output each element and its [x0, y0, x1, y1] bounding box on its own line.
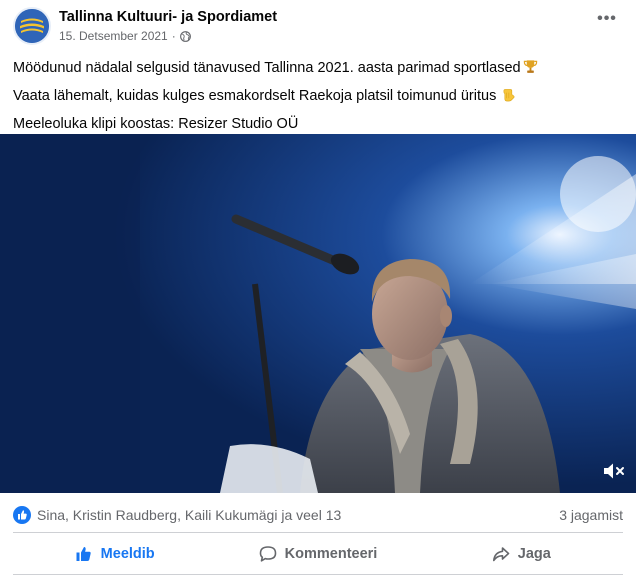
- reactors-list[interactable]: Sina, Kristin Raudberg, Kaili Kukumägi j…: [37, 507, 341, 523]
- page-name-link[interactable]: Tallinna Kultuuri- ja Spordiamet: [59, 9, 277, 25]
- post-text-line: Möödunud nädalal selgusid tänavused Tall…: [13, 55, 623, 83]
- pointing-hand-icon: [502, 85, 517, 111]
- comment-label: Kommenteeri: [284, 546, 378, 562]
- action-bar: Meeldib Kommenteeri Jaga: [13, 537, 623, 571]
- post-text-line: Vaata lähemalt, kuidas kulges esmakordse…: [13, 83, 623, 111]
- like-button[interactable]: Meeldib: [13, 537, 216, 571]
- video-frame: [0, 134, 636, 493]
- share-button[interactable]: Jaga: [420, 537, 623, 571]
- city-logo-icon: [15, 9, 49, 43]
- post-text: Möödunud nädalal selgusid tänavused Tall…: [13, 55, 623, 137]
- post-header: Tallinna Kultuuri- ja Spordiamet 15. Det…: [13, 7, 623, 47]
- more-options-button[interactable]: •••: [593, 11, 621, 33]
- trophy-icon: [523, 57, 538, 83]
- thumbs-up-icon: [76, 547, 91, 561]
- meta-separator: ·: [171, 29, 176, 43]
- page-avatar[interactable]: [13, 7, 51, 45]
- globe-icon[interactable]: [179, 30, 191, 42]
- like-reaction-icon[interactable]: [13, 506, 31, 524]
- comment-button[interactable]: Kommenteeri: [216, 537, 419, 571]
- post-meta: 15. Detsember 2021 ·: [59, 29, 191, 43]
- like-label: Meeldib: [100, 546, 155, 562]
- facebook-post: Tallinna Kultuuri- ja Spordiamet 15. Det…: [0, 0, 636, 581]
- comment-icon: [259, 546, 276, 562]
- mute-button[interactable]: [601, 460, 627, 482]
- divider: [13, 532, 623, 533]
- share-arrow-icon: [492, 547, 510, 562]
- share-label: Jaga: [517, 546, 551, 562]
- speaker-muted-icon: [604, 463, 624, 479]
- divider: [13, 574, 623, 575]
- share-count[interactable]: 3 jagamist: [559, 507, 623, 523]
- reactions-summary: Sina, Kristin Raudberg, Kaili Kukumägi j…: [13, 500, 623, 530]
- video-player[interactable]: [0, 134, 636, 493]
- post-date[interactable]: 15. Detsember 2021: [59, 29, 168, 43]
